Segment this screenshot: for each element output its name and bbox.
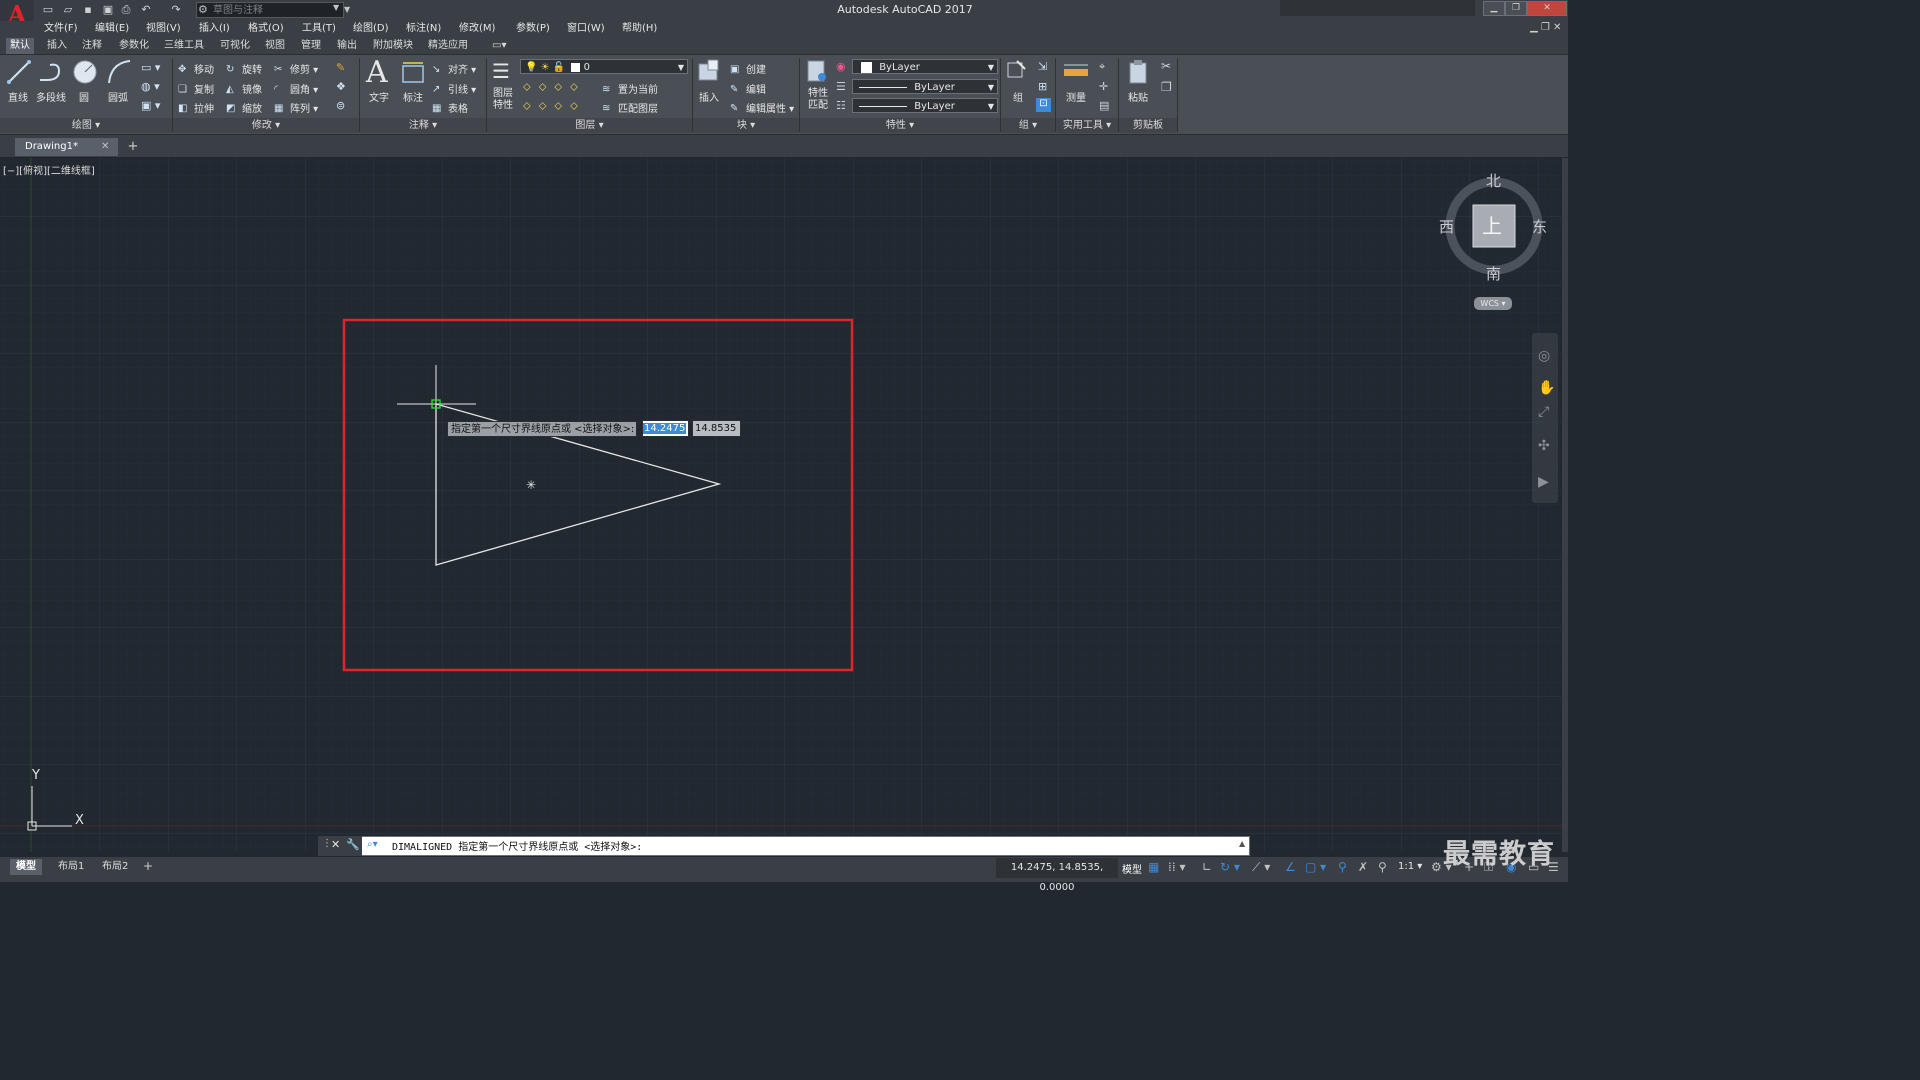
drawing-geometry: ✳ xyxy=(27,318,854,831)
dynamic-input-prompt: 指定第一个尺寸界线原点或 <选择对象>: xyxy=(447,421,637,437)
watermark-logo: 最需教育 xyxy=(1443,839,1555,870)
command-prompt-text: DIMALIGNED 指定第一个尺寸界线原点或 <选择对象>: xyxy=(392,842,643,853)
highlight-box xyxy=(342,318,854,672)
dynamic-input-x-field[interactable]: 14.2475 xyxy=(642,420,689,437)
compass-east[interactable]: 东 xyxy=(1532,216,1547,237)
ortho-toggle-icon[interactable]: ∟ xyxy=(1202,860,1212,874)
auto-scale-icon[interactable]: ✗ xyxy=(1358,860,1368,874)
scale-dropdown[interactable]: 1:1 ▾ xyxy=(1398,861,1422,872)
compass-west[interactable]: 西 xyxy=(1439,216,1454,237)
dynamic-input-x-value: 14.2475 xyxy=(643,423,687,434)
wcs-menu-button[interactable]: WCS ▾ xyxy=(1474,297,1512,310)
layout-tab-layout1[interactable]: 布局1 xyxy=(52,859,90,875)
snap-toggle-icon[interactable]: ⁞⁞ ▾ xyxy=(1168,860,1185,874)
object-snap-tracking-icon[interactable]: ∠ xyxy=(1285,860,1296,874)
dynamic-input-y-field[interactable]: 14.8535 xyxy=(692,420,741,437)
model-space-button[interactable]: 模型 xyxy=(1122,861,1142,876)
close-command-icon[interactable]: ✕ xyxy=(331,838,340,851)
coordinate-display[interactable]: 14.2475, 14.8535, 0.0000 xyxy=(996,858,1118,893)
layout-tab-model[interactable]: 模型 xyxy=(10,859,42,875)
command-history-icon[interactable]: ▲ xyxy=(1239,839,1245,848)
centroid-marker: ✳ xyxy=(526,478,536,492)
annotation-scale-icon[interactable]: ⚲ xyxy=(1378,860,1387,874)
compass-south[interactable]: 南 xyxy=(1486,263,1501,284)
wcs-label: WCS xyxy=(1480,299,1499,308)
ucs-y-label: Y xyxy=(32,768,40,783)
isodraft-icon[interactable]: ⟋ ▾ xyxy=(1252,860,1270,875)
orbit-icon[interactable]: ✣ xyxy=(1538,438,1550,454)
pan-icon[interactable]: ✋ xyxy=(1538,380,1555,396)
ucs-x-label: X xyxy=(75,813,84,828)
zoom-extents-icon[interactable]: ⤢ xyxy=(1538,404,1549,420)
grid-toggle-icon[interactable]: ▦ xyxy=(1148,860,1159,874)
layout-tab-layout2[interactable]: 布局2 xyxy=(96,859,134,875)
scale-value: 1:1 xyxy=(1398,861,1415,872)
compass-north[interactable]: 北 xyxy=(1486,170,1501,191)
add-layout-icon[interactable]: + xyxy=(143,859,153,873)
customize-wrench-icon[interactable]: 🔧 xyxy=(346,838,360,851)
polar-toggle-icon[interactable]: ↻ ▾ xyxy=(1220,860,1240,874)
status-bar xyxy=(0,857,1568,882)
object-snap-icon[interactable]: ▢ ▾ xyxy=(1305,860,1326,874)
showmotion-icon[interactable]: ▶ xyxy=(1538,474,1549,490)
viewcube-top-face[interactable]: 上 xyxy=(1482,210,1502,239)
steering-wheel-icon[interactable]: ◎ xyxy=(1538,348,1550,364)
annotation-visibility-icon[interactable]: ⚲ xyxy=(1338,860,1347,874)
recent-commands-icon[interactable]: ⌕▾ xyxy=(367,839,378,850)
